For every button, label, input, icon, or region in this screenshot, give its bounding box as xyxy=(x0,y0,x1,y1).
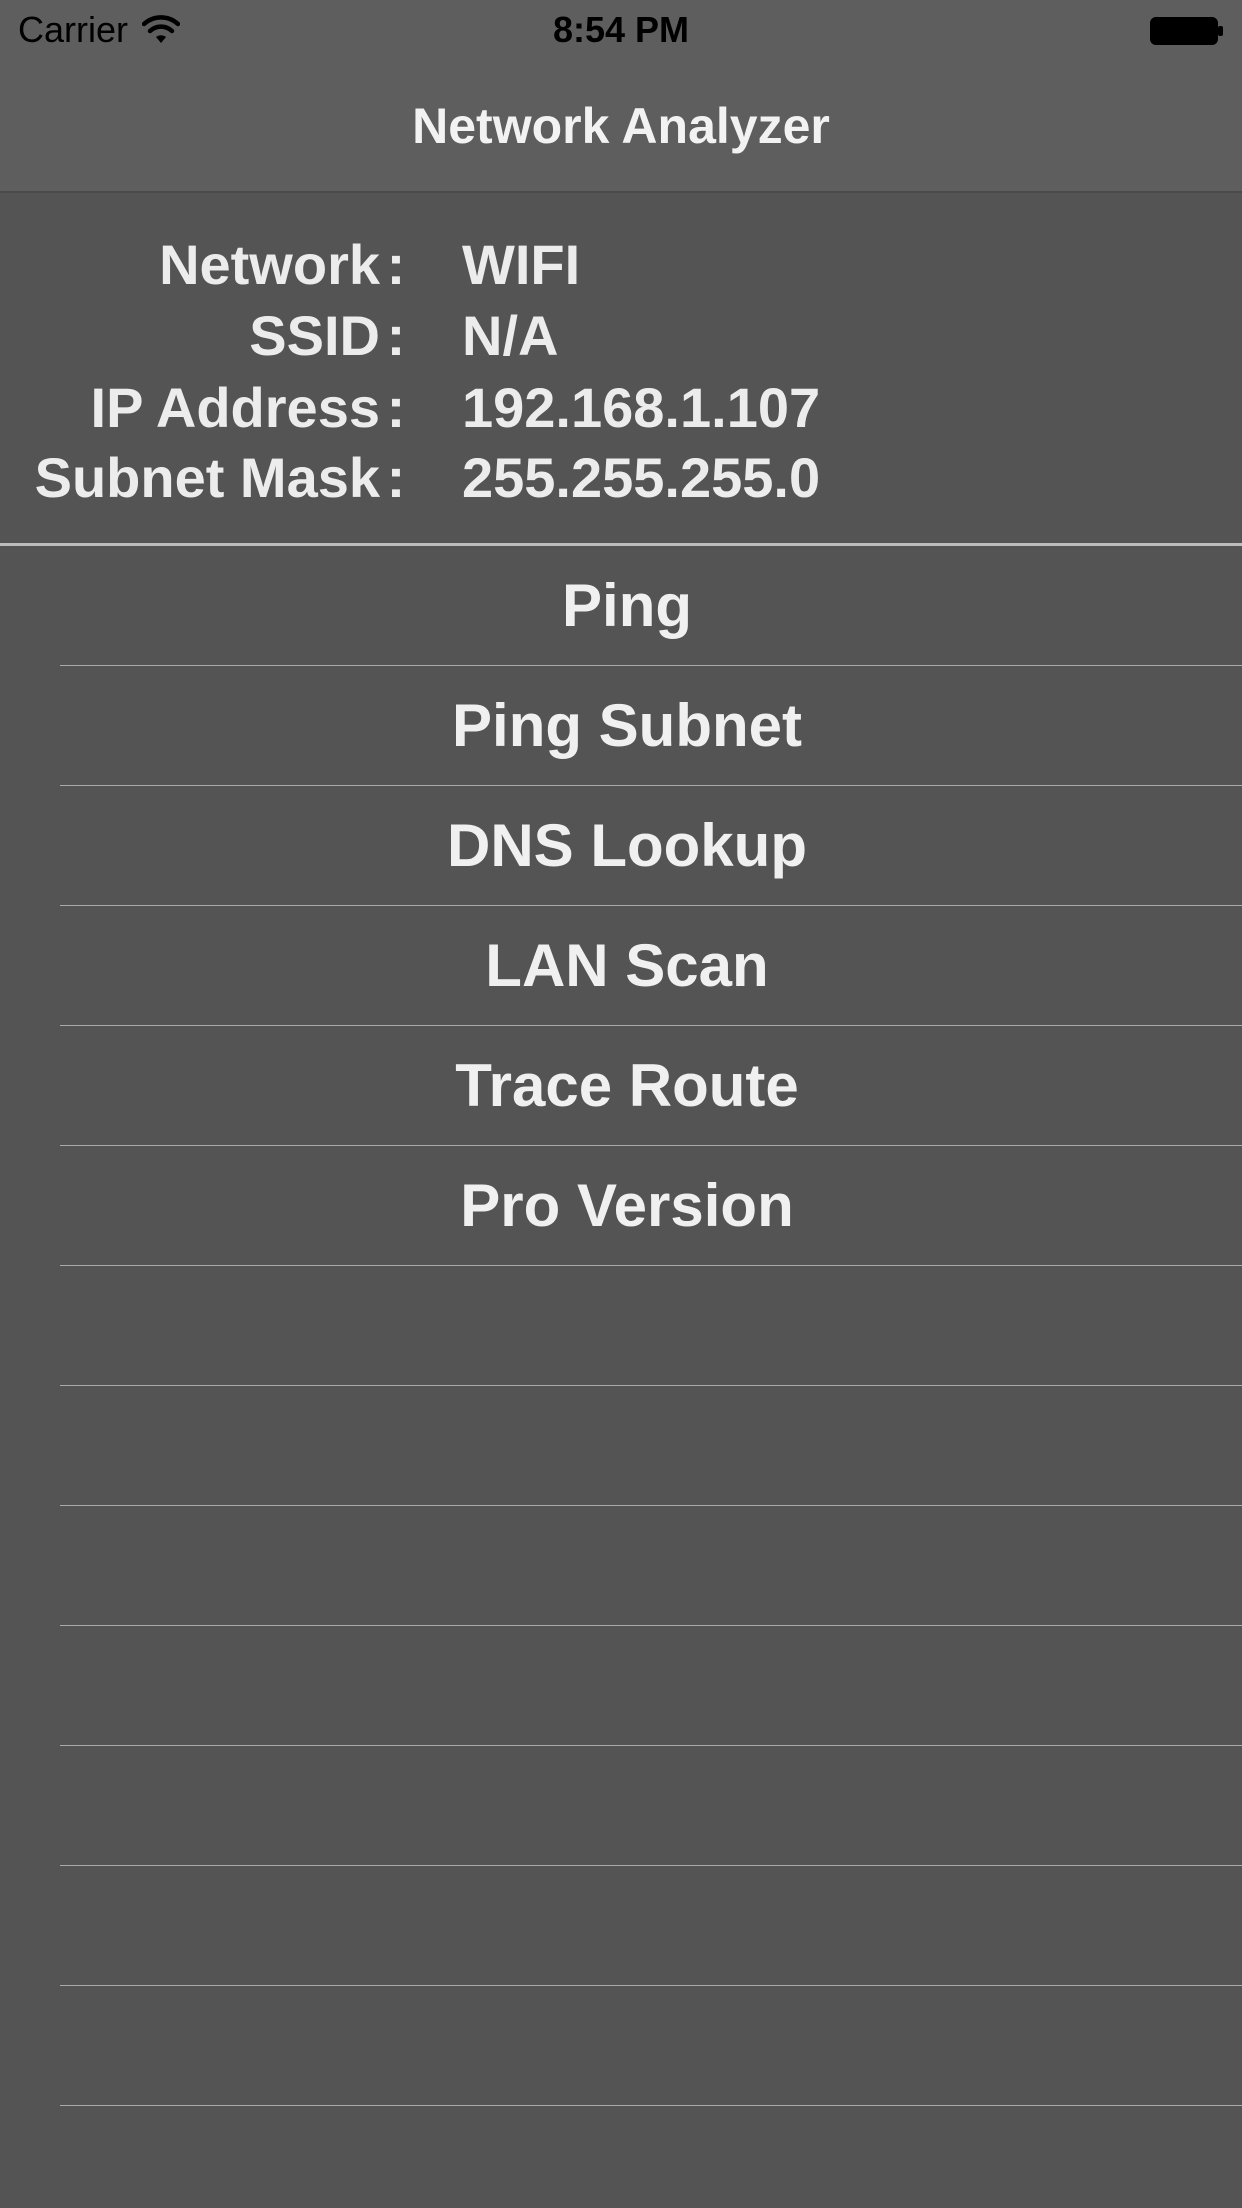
menu-item-label xyxy=(0,1506,1242,1625)
status-time: 8:54 PM xyxy=(552,9,690,50)
page-title: Network Analyzer xyxy=(412,98,830,154)
tools-menu-list: Ping Ping Subnet DNS Lookup LAN Scan Tra… xyxy=(0,546,1242,2106)
empty-row xyxy=(60,1866,1242,1986)
menu-item-label xyxy=(0,1866,1242,1985)
status-bar: Carrier 8:54 PM xyxy=(0,0,1242,60)
info-row-ip-address: IP Address : 192.168.1.107 xyxy=(0,373,1242,443)
info-colon: : xyxy=(386,376,406,439)
menu-item-label xyxy=(0,1626,1242,1745)
info-row-ssid: SSID : N/A xyxy=(0,301,1242,371)
info-colon: : xyxy=(386,446,406,509)
menu-item-label xyxy=(0,1986,1242,2105)
menu-item-lan-scan[interactable]: LAN Scan xyxy=(60,906,1242,1026)
info-value: 192.168.1.107 xyxy=(462,376,821,439)
network-info-panel: Network : WIFI SSID : N/A IP Address : 1… xyxy=(0,193,1242,546)
info-row-subnet-mask: Subnet Mask : 255.255.255.0 xyxy=(0,443,1242,513)
menu-item-label xyxy=(0,1746,1242,1865)
menu-item-label: Trace Route xyxy=(455,1052,799,1119)
menu-item-trace-route[interactable]: Trace Route xyxy=(60,1026,1242,1146)
navigation-bar: Network Analyzer xyxy=(0,60,1242,193)
menu-item-label: LAN Scan xyxy=(485,932,769,999)
info-colon: : xyxy=(386,304,406,367)
menu-item-label: Pro Version xyxy=(460,1172,794,1239)
info-label: IP Address xyxy=(90,376,380,439)
menu-item-dns-lookup[interactable]: DNS Lookup xyxy=(60,786,1242,906)
battery-icon xyxy=(1150,17,1223,45)
menu-item-label: Ping xyxy=(562,572,692,639)
empty-row xyxy=(60,1626,1242,1746)
empty-row xyxy=(60,1266,1242,1386)
info-row-network: Network : WIFI xyxy=(0,230,1242,300)
info-label: SSID xyxy=(249,304,380,367)
menu-item-ping[interactable]: Ping xyxy=(60,546,1242,666)
info-value: N/A xyxy=(462,304,559,367)
menu-item-pro-version[interactable]: Pro Version xyxy=(60,1146,1242,1266)
info-colon: : xyxy=(386,233,406,296)
empty-row xyxy=(60,1746,1242,1866)
info-label: Subnet Mask xyxy=(34,446,380,509)
empty-row xyxy=(60,1386,1242,1506)
info-value: 255.255.255.0 xyxy=(462,446,821,509)
menu-item-label xyxy=(0,1266,1242,1385)
menu-item-label: Ping Subnet xyxy=(452,692,802,759)
menu-item-label xyxy=(0,1386,1242,1505)
info-label: Network xyxy=(159,233,380,296)
menu-item-ping-subnet[interactable]: Ping Subnet xyxy=(60,666,1242,786)
empty-row xyxy=(60,1506,1242,1626)
info-value: WIFI xyxy=(462,233,581,296)
menu-item-label: DNS Lookup xyxy=(447,812,807,879)
empty-row xyxy=(60,1986,1242,2106)
